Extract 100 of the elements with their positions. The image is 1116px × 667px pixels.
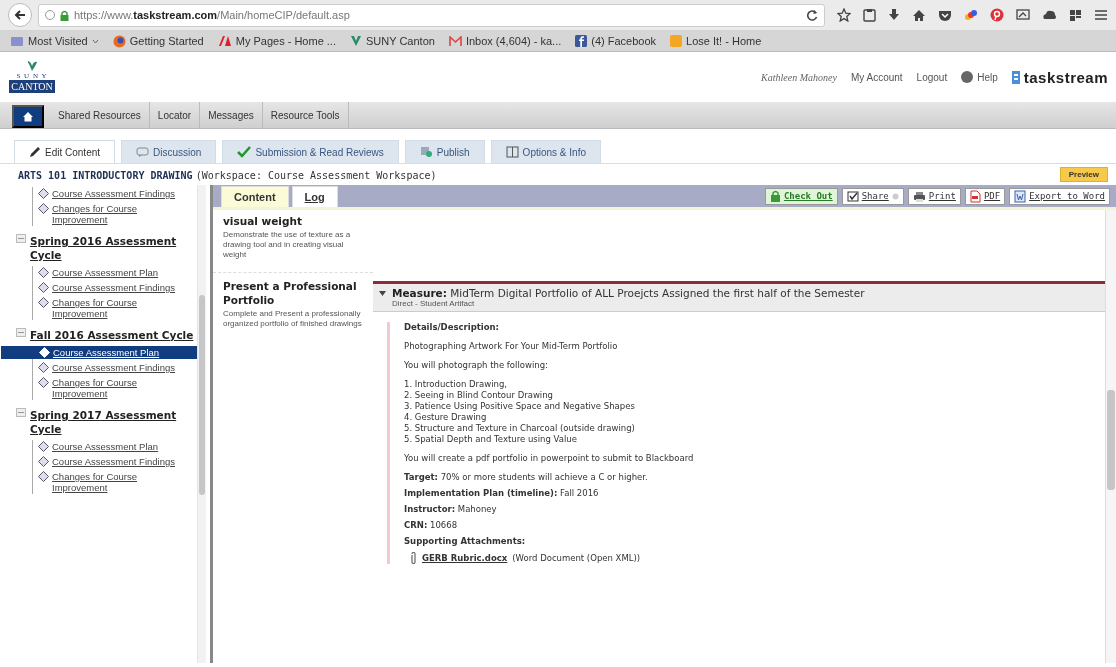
tree-item[interactable]: Course Assessment Plan xyxy=(1,346,197,359)
outcome-description: Complete and Present a professionally organized portfolio of finished drawings xyxy=(223,309,363,329)
download-icon[interactable] xyxy=(888,8,900,22)
bookmark[interactable]: Lose It! - Home xyxy=(670,35,762,47)
tab[interactable]: Discussion xyxy=(121,140,217,163)
nav-item[interactable]: Resource Tools xyxy=(262,102,349,128)
tree-item[interactable]: Course Assessment Findings xyxy=(32,455,197,468)
header-link[interactable]: My Account xyxy=(850,71,903,83)
workspace-label: (Workspace: Course Assessment Workspace) xyxy=(195,169,437,181)
tab[interactable]: Publish xyxy=(404,140,485,163)
diamond-icon xyxy=(38,456,49,467)
pencil-icon xyxy=(29,146,41,158)
cycle-heading[interactable]: Fall 2016 Assessment Cycle xyxy=(30,328,194,342)
panel-tab[interactable]: Content xyxy=(221,186,289,207)
measure-header[interactable]: Measure: MidTerm Digital Portfolio of ALL Proejcts Assigned the first half of the Semester Direct - Student Artifact xyxy=(373,281,1105,312)
tree-item[interactable]: Course Assessment Plan xyxy=(32,266,197,279)
screenshot-icon[interactable] xyxy=(1016,8,1030,22)
round-logo-icon[interactable] xyxy=(990,8,1004,22)
tab[interactable]: Options & Info xyxy=(490,140,601,163)
nav-item[interactable]: Shared Resources xyxy=(50,102,150,128)
checkmark-icon xyxy=(237,146,252,158)
help-link[interactable]: Help xyxy=(961,71,998,83)
toolbar-button[interactable]: Export to Word xyxy=(1009,187,1110,205)
facebook-icon xyxy=(575,35,588,47)
tree-item[interactable]: Changes for Course Improvement xyxy=(32,296,197,320)
cycle-heading[interactable]: Spring 2017 Assessment Cycle xyxy=(30,408,197,436)
tree-item[interactable]: Course Assessment Plan xyxy=(32,440,197,453)
back-button[interactable] xyxy=(8,3,32,27)
cloud-icon[interactable] xyxy=(1042,9,1057,21)
star-icon[interactable] xyxy=(837,8,851,22)
header-link[interactable]: Logout xyxy=(916,71,948,83)
info-icon xyxy=(45,10,55,20)
document-icon xyxy=(1014,189,1027,203)
measure-type: Direct - Student Artifact xyxy=(392,299,476,308)
details-heading: Details/Description: xyxy=(404,322,500,332)
reload-icon[interactable] xyxy=(806,9,818,21)
tab[interactable]: Submission & Read Reviews xyxy=(222,140,399,163)
panel-tab[interactable]: Log xyxy=(291,186,338,207)
bookmark[interactable]: Getting Started xyxy=(112,34,204,48)
tree-item[interactable]: Course Assessment Findings xyxy=(32,187,197,200)
folder-icon xyxy=(10,35,24,47)
publish-icon xyxy=(419,146,433,158)
toolbar-button[interactable]: Check Out xyxy=(764,187,838,205)
book-icon xyxy=(505,146,519,158)
tree-item[interactable]: Changes for Course Improvement xyxy=(32,376,197,400)
field-line: Implementation Plan (timeline): Fall 2016 xyxy=(404,488,600,498)
tree-item[interactable]: Changes for Course Improvement xyxy=(32,202,197,226)
toolbar-button[interactable]: PDF xyxy=(964,187,1006,205)
home-button[interactable] xyxy=(12,105,44,128)
tree-item[interactable]: Course Assessment Findings xyxy=(32,361,197,374)
grid-icon[interactable] xyxy=(1069,8,1082,22)
list-item: 4. Gesture Drawing xyxy=(404,412,488,422)
color-dots-icon[interactable] xyxy=(964,8,978,22)
list-item: 5. Structure and Texture in Charcoal (outside drawing) xyxy=(404,423,636,433)
scrollbar[interactable] xyxy=(197,185,206,663)
tab[interactable]: Edit Content xyxy=(14,140,116,163)
help-icon xyxy=(961,71,974,83)
square-logo-icon xyxy=(670,35,683,47)
diamond-icon xyxy=(38,282,49,293)
measure-title: MidTerm Digital Portfolio of ALL Proejcts Assigned the first half of the Semester xyxy=(450,287,865,299)
attachments-heading: Supporting Attachments: xyxy=(404,536,527,546)
bookmark[interactable]: Inbox (4,604) - ka... xyxy=(448,35,562,47)
field-line: Target: 70% or more students will achieve a C or higher. xyxy=(404,472,649,482)
collapse-caret-icon xyxy=(379,291,386,296)
home-icon[interactable] xyxy=(912,8,926,22)
bookmark[interactable]: Most Visited xyxy=(10,35,99,47)
back-arrow-icon xyxy=(14,9,26,21)
bookmark[interactable]: (4) Facebook xyxy=(575,35,657,47)
toolbar-button[interactable]: Print xyxy=(907,187,961,205)
cycle-heading[interactable]: Spring 2016 Assessment Cycle xyxy=(30,234,197,262)
clipboard-icon[interactable] xyxy=(863,8,876,22)
field-line: Instructor: Mahoney xyxy=(404,504,498,514)
paragraph: Photographing Artwork For Your Mid-Term Portfolio xyxy=(404,341,619,351)
pocket-icon[interactable] xyxy=(938,8,952,22)
attachment-link[interactable]: GERB Rubric.docx xyxy=(422,553,508,563)
list-item: 2. Seeing in Blind Contour Drawing xyxy=(404,390,554,400)
nav-item[interactable]: Messages xyxy=(200,102,263,128)
tree-item[interactable]: Changes for Course Improvement xyxy=(32,470,197,494)
sprout-icon xyxy=(26,61,38,72)
sprout-icon xyxy=(350,35,362,47)
bookmark[interactable]: SUNY Canton xyxy=(350,35,435,47)
bookmark[interactable]: My Pages - Home ... xyxy=(217,35,336,47)
tree-item[interactable]: Course Assessment Findings xyxy=(32,281,197,294)
padlock-icon xyxy=(60,9,69,21)
address-bar[interactable]: https://www.taskstream.com/Main/homeCIP/default.asp xyxy=(38,3,825,27)
mail-icon xyxy=(448,35,462,47)
menu-icon[interactable] xyxy=(1094,9,1108,21)
nav-item[interactable]: Locator xyxy=(149,102,201,128)
scrollbar[interactable] xyxy=(1105,210,1116,663)
field-line: CRN: 10668 xyxy=(404,520,459,530)
preview-button[interactable]: Preview xyxy=(1059,167,1108,182)
toolbar-button[interactable]: Share xyxy=(841,187,904,205)
diamond-icon xyxy=(38,203,49,214)
outcome-title: Present a Professional Portfolio xyxy=(223,279,358,307)
paperclip-icon xyxy=(410,552,417,564)
share-icon xyxy=(846,190,859,202)
diamond-icon xyxy=(38,441,49,452)
diamond-icon xyxy=(39,347,50,358)
outcome-title: visual weight xyxy=(223,214,303,228)
outcome-description: Demonstrate the use of texture as a drawing tool and in creating visual weight xyxy=(223,230,352,260)
